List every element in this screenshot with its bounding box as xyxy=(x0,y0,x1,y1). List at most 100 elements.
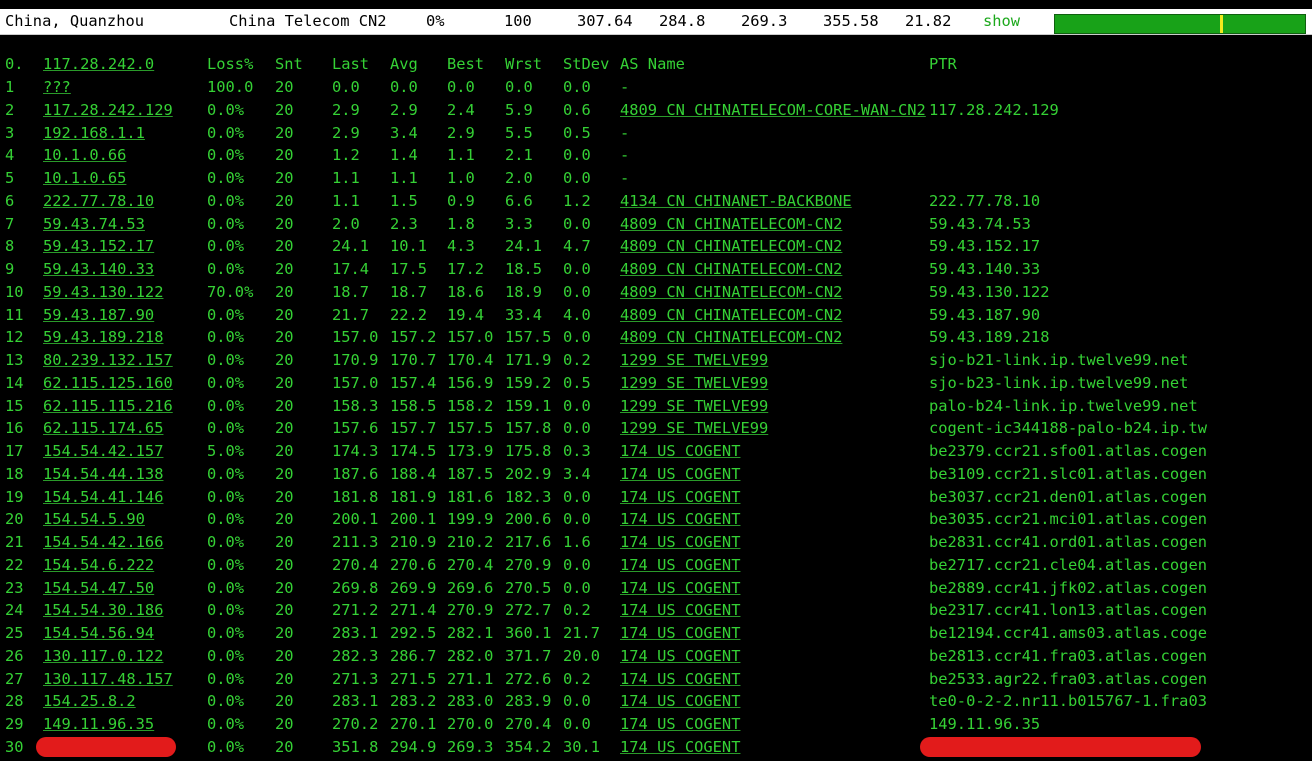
hop-host[interactable]: 59.43.130.122 xyxy=(43,283,163,301)
hop-host[interactable]: 59.43.140.33 xyxy=(43,260,154,278)
hop-host[interactable]: 117.28.242.129 xyxy=(43,101,173,119)
hop-host[interactable]: ??? xyxy=(43,78,71,96)
hop-sent: 20 xyxy=(275,214,294,233)
hop-worst: 33.4 xyxy=(505,305,543,324)
hop-last: 170.9 xyxy=(332,351,379,369)
hop-as[interactable]: 174 US COGENT xyxy=(620,556,740,574)
hop-host[interactable]: 80.239.132.157 xyxy=(43,351,173,369)
hop-host[interactable]: 130.117.48.157 xyxy=(43,670,173,688)
hop-as[interactable]: 174 US COGENT xyxy=(620,624,740,642)
hop-host[interactable]: 59.43.74.53 xyxy=(43,215,145,233)
hop-host[interactable]: 59.43.189.218 xyxy=(43,328,163,346)
hop-row: 11 59.43.187.90 0.0% 20 21.7 22.2 19.4 33.4 4.0 4… xyxy=(0,306,1312,328)
hop-host[interactable]: 62.115.125.160 xyxy=(43,374,173,392)
hop-host[interactable]: 222.77.78.10 xyxy=(43,192,154,210)
hop-as[interactable]: 1299 SE TWELVE99 xyxy=(620,351,768,369)
hop-best: 269.3 xyxy=(447,737,494,756)
hop-as[interactable]: 4809 CN CHINATELECOM-CN2 xyxy=(620,260,842,278)
hop-number: 13 xyxy=(5,351,24,369)
hop-host[interactable]: 59.43.152.17 xyxy=(43,237,154,255)
hop-ptr: 59.43.152.17 xyxy=(929,237,1041,256)
hop-as[interactable]: 4134 CN CHINANET-BACKBONE xyxy=(620,192,852,210)
hop-host[interactable]: 154.54.41.146 xyxy=(43,488,163,506)
hop-host[interactable]: 154.54.42.166 xyxy=(43,533,163,551)
hop-as[interactable]: 174 US COGENT xyxy=(620,488,740,506)
hop-as[interactable]: 174 US COGENT xyxy=(620,601,740,619)
hop-ptr: palo-b24-link.ip.twelve99.net xyxy=(929,396,1198,415)
hop-host[interactable]: 62.115.174.65 xyxy=(43,419,163,437)
hop-best: 0.9 xyxy=(447,191,475,210)
hop-ptr: 59.43.74.53 xyxy=(929,214,1031,233)
hop-as[interactable]: 174 US COGENT xyxy=(620,692,740,710)
hop-as[interactable]: 4809 CN CHINATELECOM-CN2 xyxy=(620,237,842,255)
hop-as[interactable]: 1299 SE TWELVE99 xyxy=(620,397,768,415)
hop-as[interactable]: 174 US COGENT xyxy=(620,715,740,733)
hop-sent: 20 xyxy=(275,123,294,142)
header-host[interactable]: 117.28.242.0 xyxy=(43,55,154,73)
hop-host[interactable]: 154.54.30.186 xyxy=(43,601,163,619)
hop-stdev: 0.0 xyxy=(563,260,591,278)
hop-host[interactable]: 192.168.1.1 xyxy=(43,124,145,142)
hop-host[interactable]: 149.11.96.35 xyxy=(43,715,154,733)
summary-best: 269.3 xyxy=(741,12,788,30)
hop-best: 199.9 xyxy=(447,510,494,529)
hop-as[interactable]: 174 US COGENT xyxy=(620,579,740,597)
hop-as[interactable]: 4809 CN CHINATELECOM-CN2 xyxy=(620,215,842,233)
show-link[interactable]: show xyxy=(983,12,1020,30)
header-best: Best xyxy=(447,55,485,73)
hop-stdev: 0.2 xyxy=(563,669,591,688)
hop-number: 12 xyxy=(5,328,24,347)
hop-host[interactable]: 154.54.47.50 xyxy=(43,579,154,597)
hop-as[interactable]: 174 US COGENT xyxy=(620,442,740,460)
hop-avg: 1.5 xyxy=(390,191,418,210)
hop-as[interactable]: 174 US COGENT xyxy=(620,670,740,688)
hop-as[interactable]: 4809 CN CHINATELECOM-CN2 xyxy=(620,283,842,301)
hop-last: 270.2 xyxy=(332,715,379,733)
hop-host[interactable]: 154.54.56.94 xyxy=(43,624,154,642)
hop-as[interactable]: 1299 SE TWELVE99 xyxy=(620,374,768,392)
hop-as[interactable]: 174 US COGENT xyxy=(620,533,740,551)
hop-stdev: 0.0 xyxy=(563,510,591,529)
hop-number: 24 xyxy=(5,601,24,620)
hop-row: 30 0.0% 20 351.8 294.9 269.3 354.2 30.1 174 US C… xyxy=(0,736,1312,760)
hop-as[interactable]: 174 US COGENT xyxy=(620,738,740,756)
hop-number: 14 xyxy=(5,373,24,392)
hop-as[interactable]: 174 US COGENT xyxy=(620,647,740,665)
summary-loss: 0% xyxy=(426,12,445,30)
hop-host[interactable]: 130.117.0.122 xyxy=(43,647,163,665)
hop-host[interactable]: 154.54.6.222 xyxy=(43,556,154,574)
hop-as[interactable]: 4809 CN CHINATELECOM-CN2 xyxy=(620,328,842,346)
hop-host[interactable]: 154.25.8.2 xyxy=(43,692,136,710)
hop-row: 3 192.168.1.1 0.0% 20 2.9 3.4 2.9 5.5 0.5 - xyxy=(0,124,1312,146)
hop-as[interactable]: 1299 SE TWELVE99 xyxy=(620,419,768,437)
hop-host[interactable]: 10.1.0.65 xyxy=(43,169,126,187)
hop-as[interactable]: 4809 CN CHINATELECOM-CN2 xyxy=(620,306,842,324)
hop-stdev: 0.0 xyxy=(563,328,591,347)
hop-as[interactable]: 174 US COGENT xyxy=(620,510,740,528)
hop-sent: 20 xyxy=(275,555,294,574)
latency-bar xyxy=(1054,14,1306,34)
hop-row: 16 62.115.174.65 0.0% 20 157.6 157.7 157.5 157.… xyxy=(0,419,1312,441)
hop-loss: 0.0% xyxy=(207,669,245,688)
hop-sent: 20 xyxy=(275,510,294,529)
hop-host[interactable]: 154.54.5.90 xyxy=(43,510,145,528)
hop-number: 5 xyxy=(5,169,15,187)
hop-worst: 171.9 xyxy=(505,351,552,369)
hop-as[interactable]: 174 US COGENT xyxy=(620,465,740,483)
hop-host[interactable]: 59.43.187.90 xyxy=(43,306,154,324)
hop-host[interactable]: 154.54.42.157 xyxy=(43,442,163,460)
hop-host[interactable]: 62.115.115.216 xyxy=(43,397,173,415)
hop-as[interactable]: 4809 CN CHINATELECOM-CORE-WAN-CN2 xyxy=(620,101,926,119)
hop-best: 157.5 xyxy=(447,419,494,438)
hop-stdev: 0.0 xyxy=(563,78,591,96)
hop-ptr: 222.77.78.10 xyxy=(929,191,1041,210)
hop-host[interactable]: 10.1.0.66 xyxy=(43,146,126,164)
hop-worst: 272.7 xyxy=(505,601,552,620)
hop-number: 27 xyxy=(5,669,24,688)
hop-worst: 5.9 xyxy=(505,100,533,119)
hop-last: 1.2 xyxy=(332,146,360,165)
hop-host[interactable]: 154.54.44.138 xyxy=(43,465,163,483)
hop-sent: 20 xyxy=(275,464,294,483)
hop-sent: 20 xyxy=(275,578,294,597)
hop-stdev: 0.0 xyxy=(563,146,591,165)
